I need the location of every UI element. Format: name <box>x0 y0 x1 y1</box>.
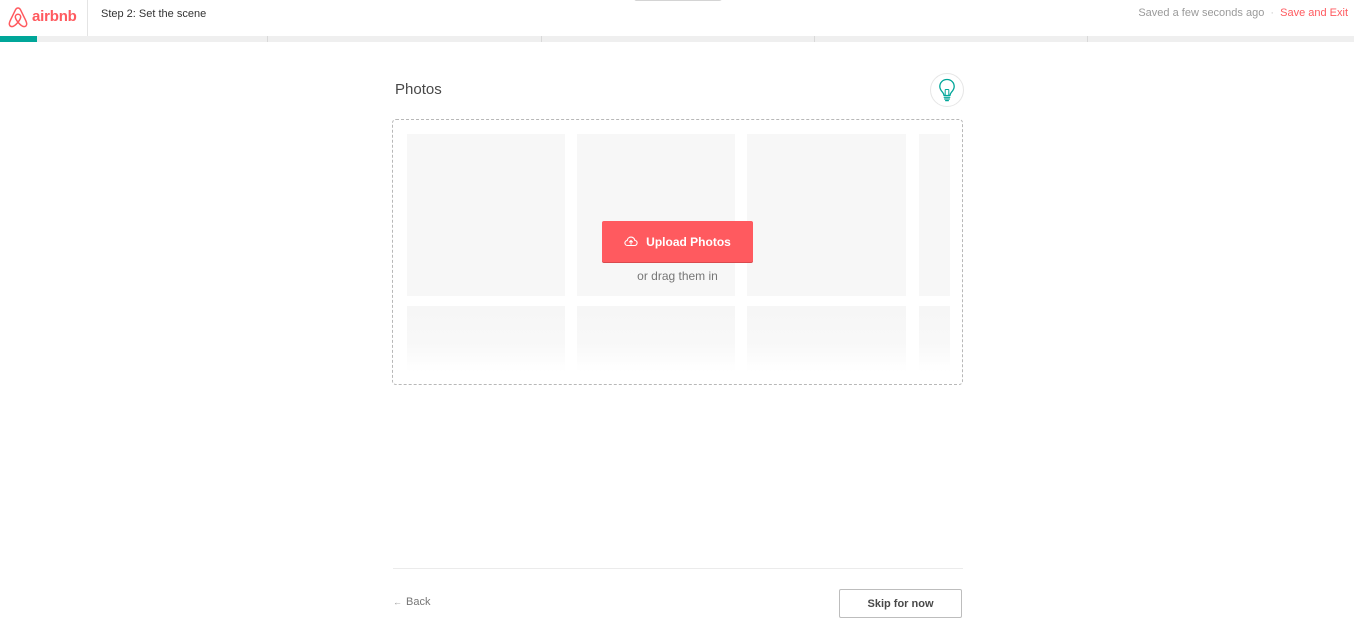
progress-divider <box>1087 36 1088 42</box>
back-link[interactable]: ← Back <box>393 596 430 608</box>
skip-for-now-button[interactable]: Skip for now <box>839 589 962 618</box>
upload-photos-button[interactable]: Upload Photos <box>602 221 753 262</box>
progress-divider <box>541 36 542 42</box>
cloud-upload-icon <box>624 236 638 247</box>
progress-divider <box>267 36 268 42</box>
photo-placeholder-tile <box>407 134 565 296</box>
top-header: airbnb Step 2: Set the scene Saved a few… <box>0 0 1354 36</box>
progress-divider <box>814 36 815 42</box>
page-title: Photos <box>395 81 442 98</box>
arrow-left-icon: ← <box>393 597 402 607</box>
airbnb-belo-icon <box>8 7 28 28</box>
photo-placeholder-tile <box>407 306 565 372</box>
step-title: Step 2: Set the scene <box>101 8 207 20</box>
brand-wordmark: airbnb <box>32 8 77 25</box>
drag-hint-text: or drag them in <box>637 269 718 283</box>
back-label: Back <box>406 596 431 608</box>
tip-button[interactable] <box>930 73 964 107</box>
status-separator: · <box>1270 7 1275 19</box>
airbnb-logo[interactable]: airbnb <box>0 0 88 36</box>
collapsed-top-tab[interactable] <box>634 0 722 1</box>
photo-placeholder-tile <box>747 306 906 372</box>
progress-fill <box>0 36 37 42</box>
footer-divider <box>393 568 963 569</box>
upload-photos-label: Upload Photos <box>646 234 731 249</box>
photo-placeholder-tile <box>919 306 950 372</box>
photo-placeholder-tile <box>747 134 906 296</box>
lightbulb-icon <box>939 78 955 102</box>
save-and-exit-link[interactable]: Save and Exit <box>1280 7 1348 19</box>
photo-placeholder-tile <box>919 134 950 296</box>
step-progress-bar <box>0 36 1354 42</box>
saved-status-text: Saved a few seconds ago <box>1138 7 1265 19</box>
photo-placeholder-tile <box>577 306 735 372</box>
save-status-area: Saved a few seconds ago · Save and Exit <box>1138 7 1348 19</box>
